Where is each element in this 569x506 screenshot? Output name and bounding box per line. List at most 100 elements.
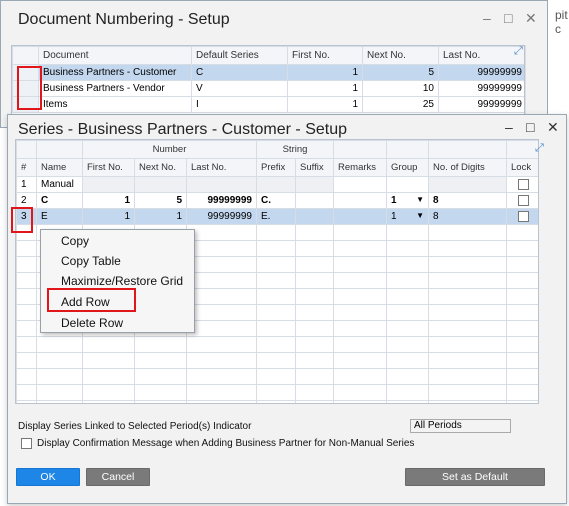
cell-last-no[interactable]: 99999999 — [186, 192, 257, 209]
cell-name[interactable]: E — [36, 208, 83, 225]
cell-prefix[interactable]: C. — [256, 192, 296, 209]
cell-document[interactable]: Business Partners - Vendor — [38, 80, 192, 97]
cell-first-no[interactable] — [82, 176, 135, 193]
cell-prefix[interactable] — [256, 176, 296, 193]
context-menu: Copy Copy Table Maximize/Restore Grid Ad… — [40, 229, 195, 333]
vertical-scrollbar[interactable] — [525, 45, 537, 115]
cell-lock[interactable] — [506, 208, 538, 225]
cell-last-no[interactable]: 99999999 — [186, 208, 257, 225]
empty-row[interactable] — [16, 352, 538, 369]
close-icon[interactable]: ✕ — [525, 10, 537, 27]
cell-first-no[interactable]: 1 — [82, 192, 135, 209]
cell-next-no[interactable]: 1 — [134, 208, 187, 225]
cell-next-no[interactable]: 5 — [362, 64, 439, 81]
column-header-name[interactable]: Name — [36, 158, 83, 177]
column-header-remarks[interactable]: Remarks — [333, 158, 388, 177]
cell-lock[interactable] — [506, 176, 538, 193]
cell-name[interactable]: C — [36, 192, 83, 209]
cell-last-no[interactable]: 99999999 — [438, 64, 524, 81]
menu-item-delete-row[interactable]: Delete Row — [61, 316, 123, 330]
cell-default-series[interactable]: C — [191, 64, 288, 81]
cell-row-number[interactable]: 1 — [16, 176, 37, 193]
cell-remarks[interactable] — [333, 192, 388, 209]
minimize-icon[interactable]: – — [505, 119, 513, 135]
empty-row[interactable] — [16, 336, 538, 353]
cell-first-no[interactable]: 1 — [287, 64, 363, 81]
cell-next-no[interactable] — [134, 176, 187, 193]
column-header-last-no[interactable]: Last No. — [438, 46, 524, 65]
column-header-next-no[interactable]: Next No. — [134, 158, 187, 177]
highlight-box-add-row — [47, 288, 136, 312]
cell-next-no[interactable]: 5 — [134, 192, 187, 209]
table-row[interactable]: 2 C 1 5 99999999 C. 1 ▼ 8 — [16, 192, 538, 209]
document-numbering-window: Document Numbering - Setup – □ ✕ Documen… — [0, 0, 548, 128]
cell-first-no[interactable]: 1 — [287, 80, 363, 97]
empty-row[interactable] — [16, 384, 538, 401]
column-header-document[interactable]: Document — [38, 46, 192, 65]
cell-next-no[interactable]: 25 — [362, 96, 439, 113]
cell-remarks[interactable] — [333, 176, 388, 193]
cell-document[interactable]: Business Partners - Customer — [38, 64, 192, 81]
expand-grid-icon[interactable]: ⤢ — [514, 45, 523, 58]
empty-row[interactable] — [16, 368, 538, 385]
cell-default-series[interactable]: I — [191, 96, 288, 113]
column-header-number[interactable]: # — [16, 158, 37, 177]
dropdown-arrow-icon[interactable]: ▼ — [416, 211, 424, 220]
cell-suffix[interactable] — [294, 176, 335, 193]
cell-first-no[interactable]: 1 — [287, 96, 363, 113]
cell-last-no[interactable]: 99999999 — [438, 96, 524, 113]
column-header-digits[interactable]: No. of Digits — [428, 158, 508, 177]
cell-group[interactable]: 1 ▼ — [386, 192, 430, 209]
table-row[interactable]: 3 E 1 1 99999999 E. 1 ▼ 8 — [16, 208, 538, 225]
column-header-group[interactable]: Group — [386, 158, 430, 177]
maximize-icon[interactable]: □ — [504, 10, 512, 26]
lock-checkbox[interactable] — [518, 194, 530, 206]
cell-document[interactable]: Items — [38, 96, 192, 113]
cell-group[interactable]: 1 ▼ — [386, 208, 430, 225]
cell-digits[interactable]: 8 — [428, 192, 508, 209]
cell-last-no[interactable] — [186, 176, 257, 193]
table-header-row: Document Default Series First No. Next N… — [12, 46, 524, 65]
table-row[interactable]: Business Partners - Customer C 1 5 99999… — [12, 64, 524, 81]
cell-name[interactable]: Manual — [36, 176, 83, 193]
column-header-last-no[interactable]: Last No. — [186, 158, 257, 177]
minimize-icon[interactable]: – — [483, 10, 491, 26]
menu-item-copy[interactable]: Copy — [61, 234, 89, 248]
cell-next-no[interactable]: 10 — [362, 80, 439, 97]
cancel-button[interactable]: Cancel — [86, 468, 150, 486]
cell-digits[interactable]: 8 — [428, 208, 508, 225]
column-header-suffix[interactable]: Suffix — [294, 158, 335, 177]
period-select[interactable]: All Periods — [410, 419, 511, 433]
lock-checkbox[interactable] — [518, 210, 530, 222]
table-row[interactable]: Business Partners - Vendor V 1 10 999999… — [12, 80, 524, 97]
maximize-icon[interactable]: □ — [526, 119, 534, 135]
column-header-next-no[interactable]: Next No. — [362, 46, 439, 65]
menu-item-copy-table[interactable]: Copy Table — [61, 254, 121, 268]
cell-remarks[interactable] — [333, 208, 388, 225]
column-header-first-no[interactable]: First No. — [82, 158, 135, 177]
cell-suffix[interactable] — [294, 192, 335, 209]
column-header-default-series[interactable]: Default Series — [191, 46, 288, 65]
column-header-lock[interactable]: Lock — [506, 158, 538, 177]
empty-row[interactable] — [16, 400, 538, 403]
column-header-prefix[interactable]: Prefix — [256, 158, 296, 177]
cell-last-no[interactable]: 99999999 — [438, 80, 524, 97]
lock-checkbox[interactable] — [518, 178, 530, 190]
cell-digits[interactable] — [428, 176, 508, 193]
menu-item-maximize-restore-grid[interactable]: Maximize/Restore Grid — [61, 274, 183, 288]
dropdown-arrow-icon[interactable]: ▼ — [416, 195, 424, 204]
cell-group[interactable] — [386, 176, 430, 193]
cell-first-no[interactable]: 1 — [82, 208, 135, 225]
close-icon[interactable]: ✕ — [547, 119, 559, 136]
table-row[interactable]: Items I 1 25 99999999 — [12, 96, 524, 113]
confirm-message-checkbox[interactable] — [21, 438, 32, 449]
cell-prefix[interactable]: E. — [256, 208, 296, 225]
expand-grid-icon[interactable]: ⤢ — [535, 142, 544, 155]
table-row[interactable]: 1 Manual — [16, 176, 538, 193]
ok-button[interactable]: OK — [16, 468, 80, 486]
cell-default-series[interactable]: V — [191, 80, 288, 97]
set-as-default-button[interactable]: Set as Default — [405, 468, 545, 486]
cell-suffix[interactable] — [294, 208, 335, 225]
column-header-first-no[interactable]: First No. — [287, 46, 363, 65]
cell-lock[interactable] — [506, 192, 538, 209]
